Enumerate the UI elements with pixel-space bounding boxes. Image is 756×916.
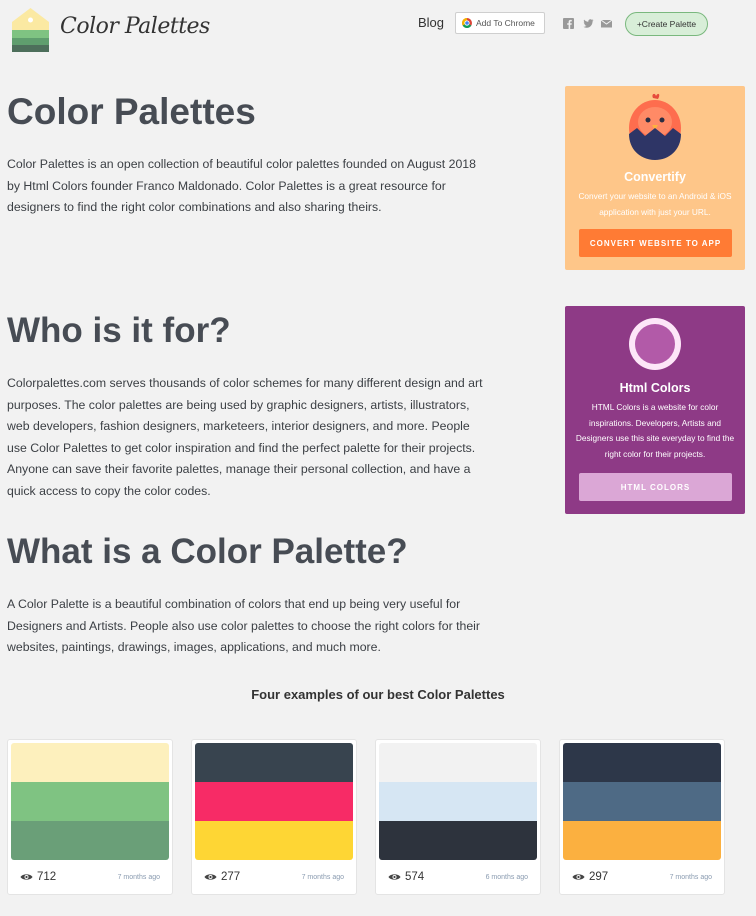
swatch[interactable] bbox=[379, 743, 537, 782]
add-to-chrome-label: Add To Chrome bbox=[476, 18, 535, 28]
palette-card[interactable]: 712 7 months ago bbox=[7, 739, 173, 895]
eye-icon bbox=[572, 874, 585, 880]
mail-icon[interactable] bbox=[601, 18, 612, 29]
palette-age: 7 months ago bbox=[669, 874, 712, 881]
swatch[interactable] bbox=[379, 782, 537, 821]
swatch[interactable] bbox=[379, 821, 537, 860]
create-palette-button[interactable]: +Create Palette bbox=[625, 12, 708, 36]
view-count-value: 712 bbox=[37, 871, 57, 883]
html-colors-title: Html Colors bbox=[619, 381, 691, 395]
palette-swatches[interactable] bbox=[11, 743, 169, 860]
add-to-chrome-button[interactable]: Add To Chrome bbox=[455, 12, 545, 34]
chick-egg-icon bbox=[629, 93, 681, 160]
convertify-title: Convertify bbox=[624, 170, 686, 184]
swatch[interactable] bbox=[563, 743, 721, 782]
examples-heading: Four examples of our best Color Palettes bbox=[251, 687, 505, 702]
view-count: 712 bbox=[20, 871, 56, 883]
page-title: Color Palettes bbox=[7, 91, 256, 132]
palette-swatches[interactable] bbox=[563, 743, 721, 860]
html-colors-logo-icon bbox=[629, 318, 681, 370]
palette-card[interactable]: 574 6 months ago bbox=[375, 739, 541, 895]
facebook-icon[interactable] bbox=[563, 18, 574, 29]
view-count-value: 297 bbox=[589, 871, 609, 883]
swatch[interactable] bbox=[11, 743, 169, 782]
eye-icon bbox=[204, 874, 217, 880]
swatch[interactable] bbox=[11, 821, 169, 860]
html-colors-desc: HTML Colors is a website for color inspi… bbox=[575, 402, 735, 459]
eye-icon bbox=[20, 874, 33, 880]
intro-text: Color Palettes is an open collection of … bbox=[7, 157, 476, 214]
palette-swatches[interactable] bbox=[195, 743, 353, 860]
twitter-icon[interactable] bbox=[583, 18, 594, 29]
view-count-value: 574 bbox=[405, 871, 425, 883]
view-count: 574 bbox=[388, 871, 424, 883]
eye-icon bbox=[388, 874, 401, 880]
swatch[interactable] bbox=[195, 782, 353, 821]
palette-card[interactable]: 297 7 months ago bbox=[559, 739, 725, 895]
logo-icon[interactable] bbox=[12, 8, 49, 52]
swatch[interactable] bbox=[563, 821, 721, 860]
header: Color Palettes Blog Add To Chrome +Creat… bbox=[0, 0, 756, 60]
html-colors-ad[interactable]: Html Colors HTML Colors is a website for… bbox=[565, 306, 745, 514]
nav-blog-link[interactable]: Blog bbox=[418, 15, 444, 30]
chrome-icon bbox=[462, 18, 472, 28]
swatch[interactable] bbox=[195, 743, 353, 782]
palette-age: 6 months ago bbox=[485, 874, 528, 881]
who-heading: Who is it for? bbox=[7, 311, 231, 350]
convert-website-button[interactable]: CONVERT WEBSITE TO APP bbox=[579, 229, 732, 257]
palette-swatches[interactable] bbox=[379, 743, 537, 860]
view-count: 297 bbox=[572, 871, 608, 883]
swatch[interactable] bbox=[563, 782, 721, 821]
view-count: 277 bbox=[204, 871, 240, 883]
swatch[interactable] bbox=[11, 782, 169, 821]
what-text: A Color Palette is a beautiful combinati… bbox=[7, 597, 480, 654]
palette-card[interactable]: 277 7 months ago bbox=[191, 739, 357, 895]
palette-age: 7 months ago bbox=[301, 874, 344, 881]
palette-age: 7 months ago bbox=[117, 874, 160, 881]
convertify-desc: Convert your website to an Android & iOS… bbox=[578, 191, 732, 217]
what-heading: What is a Color Palette? bbox=[7, 532, 408, 571]
html-colors-button[interactable]: HTML COLORS bbox=[579, 473, 732, 501]
who-text: Colorpalettes.com serves thousands of co… bbox=[7, 376, 483, 498]
view-count-value: 277 bbox=[221, 871, 241, 883]
convertify-ad[interactable]: Convertify Convert your website to an An… bbox=[565, 86, 745, 270]
swatch[interactable] bbox=[195, 821, 353, 860]
logo-text[interactable]: Color Palettes bbox=[60, 14, 210, 39]
